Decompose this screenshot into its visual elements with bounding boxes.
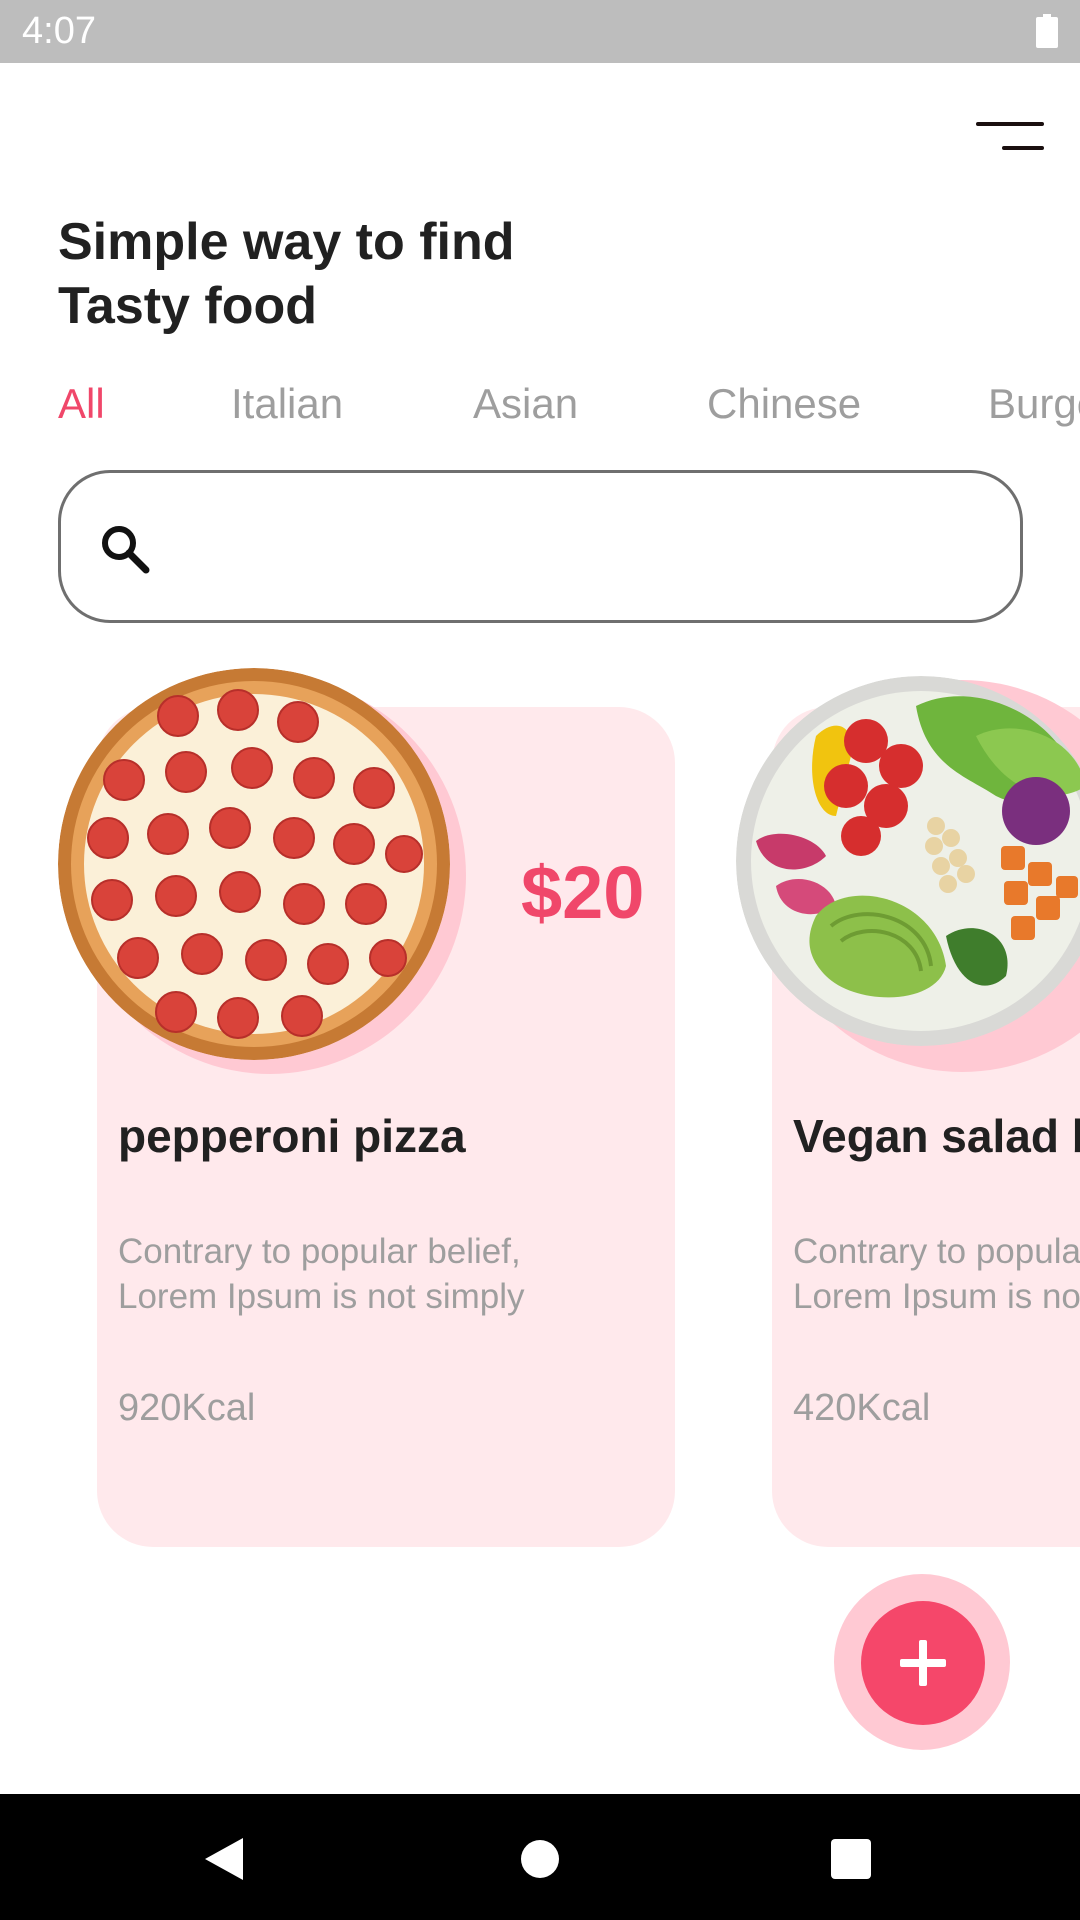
search-bar[interactable] xyxy=(58,470,1023,623)
search-input[interactable] xyxy=(171,513,991,583)
status-bar: 4:07 xyxy=(0,0,1080,63)
page-title-line-1: Simple way to find xyxy=(58,213,515,271)
status-time: 4:07 xyxy=(22,10,96,52)
tab-asian[interactable]: Asian xyxy=(473,380,578,428)
tab-italian[interactable]: Italian xyxy=(231,380,343,428)
price-label: $20 xyxy=(521,851,645,934)
recents-icon[interactable] xyxy=(831,1839,871,1879)
page-title-line-2: Tasty food xyxy=(58,277,318,335)
back-icon[interactable] xyxy=(203,1836,245,1882)
system-nav-bar xyxy=(0,1794,1080,1920)
add-button[interactable] xyxy=(861,1601,985,1725)
menu-button[interactable] xyxy=(966,112,1054,164)
pizza-image xyxy=(58,668,450,1060)
tab-burgers[interactable]: Burgers xyxy=(988,380,1080,428)
plus-icon-vertical xyxy=(919,1640,927,1686)
food-description-line-2: Lorem Ipsum is not simply xyxy=(118,1277,525,1316)
home-icon[interactable] xyxy=(521,1840,559,1878)
menu-icon xyxy=(976,122,1044,126)
food-calories: 920Kcal xyxy=(118,1387,256,1429)
category-tabs: All Italian Asian Chinese Burgers xyxy=(0,380,1080,440)
food-calories: 420Kcal xyxy=(793,1387,931,1429)
food-name: pepperoni pizza xyxy=(118,1110,466,1162)
battery-icon xyxy=(1036,14,1058,48)
food-description-line-1: Contrary to popular belief, xyxy=(118,1232,521,1271)
screen: 4:07 Simple way to find Tasty food All I… xyxy=(0,0,1080,1920)
menu-icon-short-line xyxy=(1002,146,1044,150)
food-description-line-2: Lorem Ipsum is not simply xyxy=(793,1277,1080,1316)
tab-chinese[interactable]: Chinese xyxy=(707,380,861,428)
tab-all[interactable]: All xyxy=(58,380,105,428)
food-description-line-1: Contrary to popular belief, xyxy=(793,1232,1080,1271)
search-icon xyxy=(102,526,150,574)
food-name: Vegan salad bowl xyxy=(793,1110,1080,1162)
page-title: Simple way to find Tasty food xyxy=(58,210,658,338)
